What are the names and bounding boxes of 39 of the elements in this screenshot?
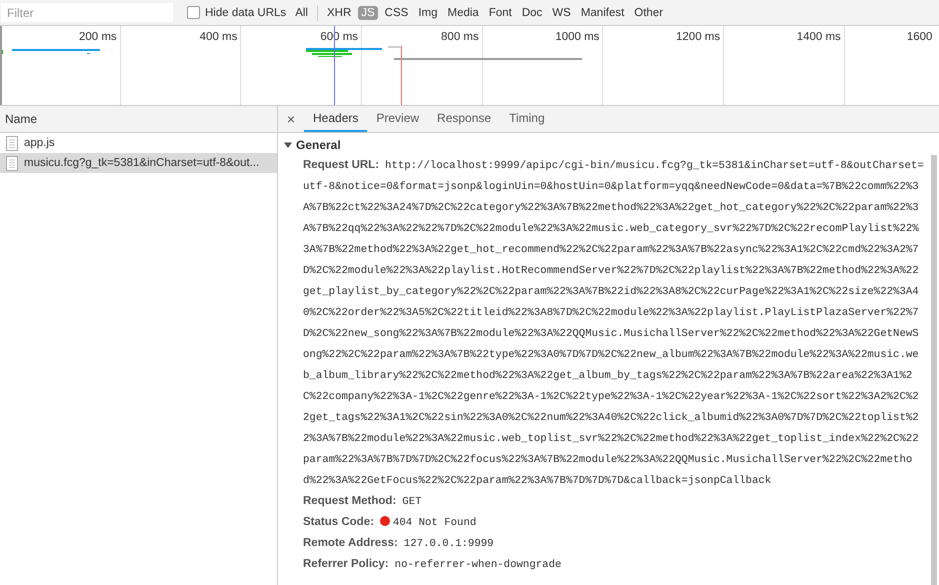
- field-label: Status Code:: [303, 516, 374, 528]
- close-button[interactable]: ×: [278, 106, 304, 132]
- checkbox-label: Hide data URLs: [205, 6, 286, 18]
- header-field: Request URL: http://localhost:9999/apipc/cgi-bin/musicu.fcg?g_tk=5381&inCharset=utf-8&outCharset=utf-8&notice=0&format=jsonp&loginUin=0&hostUin=0&platform=yqq&needNewCode=0&data=%7B%22comm%22%3A%7B%22ct%22%3A24%7D%2C%22category%22%3A%7B%22method%22%3A%22get_hot_category%22%2C%22param%22%3A%7B%22qq%22%3A%22%22%7D%2C%22module%22%3A%22music.web_category_svr%22%7D%2C%22recomPlaylist%22%3A%7B%22method%22%3A%22get_hot_recommend%22%2C%22param%22%3A%7B%22async%22%3A1%2C%22cmd%22%3A2%7D%2C%22module%22%3A%22playlist.HotRecommendServer%22%7D%2C%22playlist%22%3A%7B%22method%22%3A%22get_playlist_by_category%22%2C%22param%22%3A%7B%22id%22%3A8%2C%22curPage%22%3A1%2C%22size%22%3A40%2C%22order%22%3A5%2C%22titleid%22%3A8%7D%2C%22module%22%3A%22playlist.PlayListPlazaServer%22%7D%2C%22new_song%22%3A%7B%22module%22%3A%22QQMusic.MusichallServer%22%2C%22method%22%3A%22GetNewSong%22%2C%22param%22%3A%7B%22type%22%3A0%7D%7D%2C%22new_album%22%3A%7B%22module%22%3A%22music.web_album_library%22%2C%22method%22%3A%22get_album_by_tags%22%2C%22param%22%3A%7B%22area%22%3A1%2C%22company%22%3A-1%2C%22genre%22%3A-1%2C%22type%22%3A-1%2C%22year%22%3A-1%2C%22sort%22%3A2%2C%22get_tags%22%3A1%2C%22sin%22%3A0%2C%22num%22%3A40%2C%22click_albumid%22%3A0%7D%7D%2C%22toplist%22%3A%7B%22module%22%3A%22music.web_toplist_svr%22%2C%22method%22%3A%22get_toplist_index%22%2C%22param%22%3A%7B%7D%7D%2C%22focus%22%3A%7B%22module%22%3A%22QQMusic.MusichallServer%22%2C%22method%22%3A%22GetFocus%22%2C%22param%22%3A%7B%7D%7D%7D&callback=jsonpCallback: [303, 155, 925, 491]
- type-filter[interactable]: WS: [549, 6, 574, 20]
- request-row[interactable]: musicu.fcg?g_tk=5381&inCharset=utf-8&out...: [0, 153, 277, 173]
- column-header: Name: [5, 112, 38, 126]
- checkbox[interactable]: [187, 6, 200, 19]
- type-filter[interactable]: CSS: [382, 6, 412, 20]
- field-value: 404 Not Found: [392, 517, 476, 529]
- scrollbar[interactable]: [931, 155, 937, 585]
- tick-label: 400 ms: [200, 31, 238, 43]
- tab[interactable]: Response: [428, 106, 500, 132]
- type-filter[interactable]: XHR: [324, 6, 354, 20]
- type-filter[interactable]: Other: [631, 6, 666, 20]
- type-filter[interactable]: Media: [444, 6, 482, 20]
- type-filter[interactable]: Doc: [518, 6, 546, 20]
- type-filter[interactable]: Font: [486, 6, 515, 20]
- header-field: Request Method: GET: [303, 491, 925, 512]
- tick-label: 200 ms: [78, 31, 117, 43]
- tab[interactable]: Preview: [367, 106, 428, 132]
- tab[interactable]: Headers: [304, 106, 368, 132]
- type-filter[interactable]: All: [292, 6, 311, 20]
- tick-label: 1400 ms: [796, 31, 841, 43]
- type-filter[interactable]: Img: [415, 6, 440, 20]
- tab[interactable]: Timing: [500, 106, 554, 132]
- request-row[interactable]: app.js: [0, 133, 277, 153]
- filter-field[interactable]: Filter: [1, 3, 173, 22]
- expand-triangle-icon: [284, 141, 292, 149]
- file-icon: [6, 156, 18, 170]
- tick-label: 800 ms: [441, 31, 479, 43]
- tick-label: 1000 ms: [555, 31, 600, 43]
- section-header[interactable]: General: [284, 135, 925, 155]
- tick-label: 1200 ms: [676, 31, 720, 43]
- tick-label: 1600: [906, 31, 932, 43]
- header-field: Remote Address: 127.0.0.1:9999: [303, 533, 925, 554]
- header-field: Referrer Policy: no-referrer-when-downgrade: [303, 554, 925, 575]
- type-filter[interactable]: Manifest: [578, 6, 628, 20]
- file-icon: [6, 136, 18, 150]
